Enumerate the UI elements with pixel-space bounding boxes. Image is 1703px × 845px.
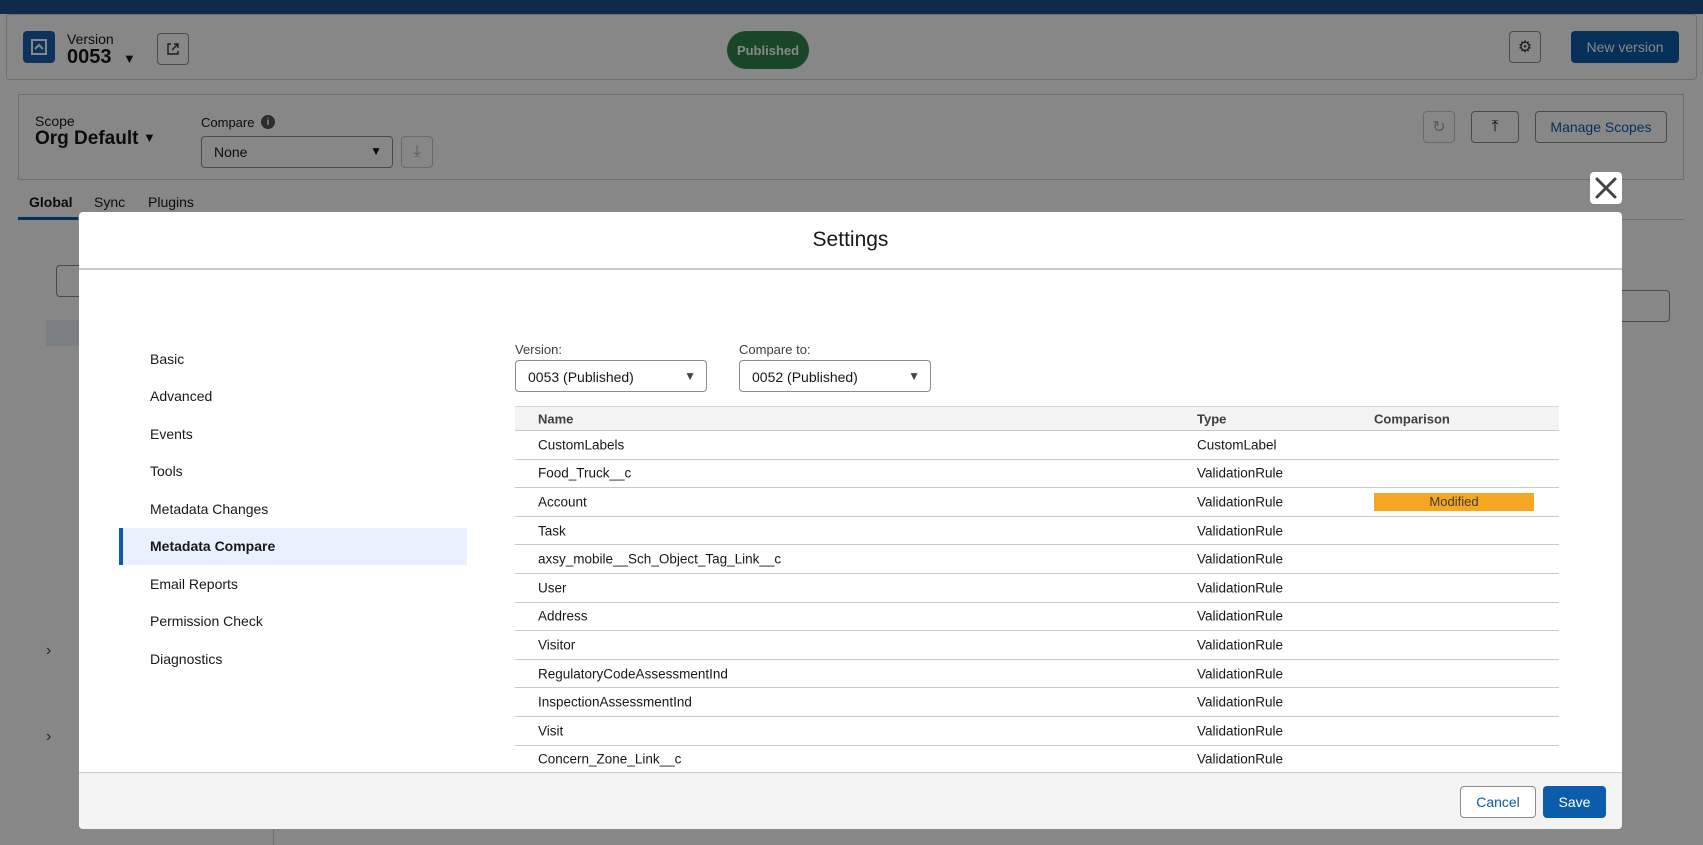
cell-name: RegulatoryCodeAssessmentInd bbox=[538, 666, 728, 682]
cell-comparison: Modified bbox=[1374, 492, 1534, 511]
modal-footer: Cancel Save bbox=[79, 772, 1622, 829]
cell-name: Concern_Zone_Link__c bbox=[538, 751, 682, 767]
save-button[interactable]: Save bbox=[1543, 786, 1606, 818]
table-row[interactable]: CustomLabels CustomLabel bbox=[515, 431, 1559, 460]
nav-item-tools[interactable]: Tools bbox=[119, 453, 467, 491]
table-body: CustomLabels CustomLabel Food_Truck__c Vali… bbox=[515, 431, 1559, 775]
table-row[interactable]: RegulatoryCodeAssessmentInd ValidationRul… bbox=[515, 660, 1559, 689]
nav-item-permission-check[interactable]: Permission Check bbox=[119, 603, 467, 641]
close-icon bbox=[1595, 177, 1617, 199]
comparison-badge: Modified bbox=[1374, 492, 1534, 511]
cell-name: Address bbox=[538, 608, 588, 624]
table-row[interactable]: InspectionAssessmentInd ValidationRule bbox=[515, 688, 1559, 717]
nav-item-advanced[interactable]: Advanced bbox=[119, 378, 467, 416]
table-row[interactable]: Task ValidationRule bbox=[515, 517, 1559, 546]
cell-name: User bbox=[538, 580, 567, 596]
metadata-compare-table: Name Type Comparison CustomLabels CustomL… bbox=[515, 406, 1559, 775]
settings-nav: Basic Advanced Events Tools Metadata Cha… bbox=[119, 340, 467, 678]
cell-type: ValidationRule bbox=[1197, 637, 1284, 653]
version-select-value: 0053 (Published) bbox=[528, 369, 634, 385]
caret-down-icon: ▼ bbox=[684, 369, 696, 383]
cell-type: ValidationRule bbox=[1197, 465, 1284, 481]
nav-item-metadata-changes[interactable]: Metadata Changes bbox=[119, 490, 467, 528]
table-row[interactable]: Concern_Zone_Link__c ValidationRule bbox=[515, 746, 1559, 775]
table-row[interactable]: axsy_mobile__Sch_Object_Tag_Link__c Valid… bbox=[515, 545, 1559, 574]
cell-name: axsy_mobile__Sch_Object_Tag_Link__c bbox=[538, 551, 782, 567]
cell-type: ValidationRule bbox=[1197, 723, 1284, 739]
compare-to-field-label: Compare to: bbox=[739, 342, 811, 357]
table-row[interactable]: User ValidationRule bbox=[515, 574, 1559, 603]
modal-body: Basic Advanced Events Tools Metadata Cha… bbox=[79, 270, 1622, 782]
table-row[interactable]: Account ValidationRule Modified bbox=[515, 488, 1559, 517]
cell-type: ValidationRule bbox=[1197, 694, 1284, 710]
close-modal-button[interactable] bbox=[1590, 172, 1622, 204]
modal-header: Settings bbox=[79, 212, 1622, 270]
cell-name: InspectionAssessmentInd bbox=[538, 694, 692, 710]
column-header-type[interactable]: Type bbox=[1197, 411, 1226, 426]
version-field-label: Version: bbox=[515, 342, 562, 357]
modal-title: Settings bbox=[812, 228, 889, 251]
table-row[interactable]: Address ValidationRule bbox=[515, 603, 1559, 632]
cell-name: Account bbox=[538, 494, 587, 510]
cell-type: ValidationRule bbox=[1197, 608, 1284, 624]
cell-type: ValidationRule bbox=[1197, 580, 1284, 596]
cell-name: Food_Truck__c bbox=[538, 465, 632, 481]
cell-name: Task bbox=[538, 523, 566, 539]
compare-to-select-value: 0052 (Published) bbox=[752, 369, 858, 385]
version-select[interactable]: 0053 (Published) ▼ bbox=[515, 360, 707, 392]
cell-type: ValidationRule bbox=[1197, 523, 1284, 539]
cell-type: ValidationRule bbox=[1197, 494, 1284, 510]
cell-type: ValidationRule bbox=[1197, 751, 1284, 767]
cell-name: Visitor bbox=[538, 637, 576, 653]
column-header-name[interactable]: Name bbox=[538, 411, 573, 426]
table-row[interactable]: Food_Truck__c ValidationRule bbox=[515, 460, 1559, 489]
cell-type: ValidationRule bbox=[1197, 551, 1284, 567]
column-header-comparison[interactable]: Comparison bbox=[1374, 411, 1450, 426]
nav-item-metadata-compare[interactable]: Metadata Compare bbox=[119, 527, 467, 565]
nav-item-email-reports[interactable]: Email Reports bbox=[119, 565, 467, 603]
cancel-button[interactable]: Cancel bbox=[1460, 786, 1536, 818]
table-row[interactable]: Visitor ValidationRule bbox=[515, 631, 1559, 660]
nav-item-basic[interactable]: Basic bbox=[119, 340, 467, 378]
settings-modal: Settings Basic Advanced Events Tools Met… bbox=[79, 212, 1622, 829]
table-row[interactable]: Visit ValidationRule bbox=[515, 717, 1559, 746]
nav-item-diagnostics[interactable]: Diagnostics bbox=[119, 640, 467, 678]
cell-type: CustomLabel bbox=[1197, 437, 1277, 453]
cell-type: ValidationRule bbox=[1197, 666, 1284, 682]
cell-name: CustomLabels bbox=[538, 437, 625, 453]
compare-to-select[interactable]: 0052 (Published) ▼ bbox=[739, 360, 931, 392]
table-header: Name Type Comparison bbox=[515, 406, 1559, 431]
cell-name: Visit bbox=[538, 723, 564, 739]
caret-down-icon: ▼ bbox=[908, 369, 920, 383]
nav-item-events[interactable]: Events bbox=[119, 415, 467, 453]
